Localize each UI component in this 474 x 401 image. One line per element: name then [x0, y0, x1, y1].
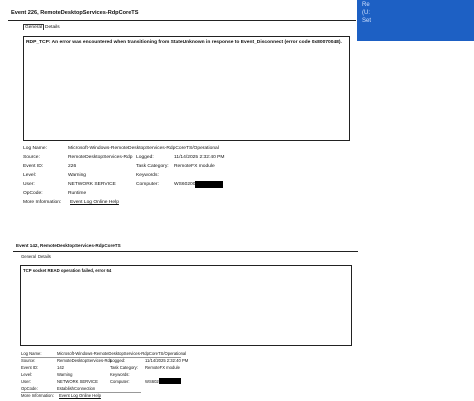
- task-category-value: RemoteFX module: [174, 164, 215, 169]
- level-value: Warning: [68, 173, 87, 178]
- side-line-3: Set: [362, 18, 372, 24]
- keywords-label: Keywords:: [110, 372, 130, 377]
- tab-general[interactable]: General: [23, 24, 45, 30]
- opcode-value: EstablishConnection: [57, 386, 96, 391]
- task-category-value: RemoteFX module: [145, 365, 180, 370]
- redaction-bar: [159, 378, 181, 384]
- event-142-panel: Event 142, RemoteDesktopServices-RdpCore…: [13, 238, 358, 400]
- event-id-value: 226: [68, 164, 77, 169]
- event-title: Event 142, RemoteDesktopServices-RdpCore…: [16, 243, 121, 248]
- logged-value: 11/14/2025 2:32:40 PM: [174, 155, 225, 160]
- event-226-panel: Event 226, RemoteDesktopServices-RdpCore…: [8, 0, 356, 212]
- event-message: TCP socket READ operation failed, error …: [23, 268, 112, 273]
- opcode-label: OpCode:: [21, 386, 38, 391]
- log-name-value: Microsoft-Windows-RemoteDesktopServices-…: [57, 351, 187, 356]
- more-info-label: More Information:: [23, 200, 62, 205]
- source-label: Source:: [23, 155, 40, 160]
- side-line-2: (U:: [362, 10, 370, 16]
- task-category-label: Task Category:: [110, 365, 138, 370]
- side-line-1: Re: [362, 2, 370, 8]
- opcode-value: Runtime: [68, 191, 87, 196]
- source-label: Source:: [21, 358, 36, 363]
- task-category-label: Task Category:: [136, 164, 169, 169]
- source-value: RemoteDesktopServices-Rdp: [57, 358, 113, 363]
- event-id-value: 142: [57, 365, 64, 370]
- logged-value: 11/14/2025 2:32:40 PM: [145, 358, 189, 363]
- title-divider: [8, 20, 356, 21]
- side-window-snippet: Re (U: Set: [357, 0, 474, 41]
- level-label: Level:: [23, 173, 37, 178]
- logged-label: Logged:: [136, 155, 154, 160]
- opcode-label: OpCode:: [23, 191, 43, 196]
- user-value: NETWORK SERVICE: [57, 379, 98, 384]
- computer-label: Computer:: [110, 379, 130, 384]
- message-box: TCP socket READ operation failed, error …: [20, 265, 352, 346]
- level-value: Warning: [57, 372, 73, 377]
- more-info-label: More Information:: [21, 393, 54, 398]
- source-value: RemoteDesktopServices-Rdp: [68, 155, 133, 160]
- message-box: RDP_TCP: An error was encountered when t…: [23, 36, 350, 141]
- tab-details[interactable]: Details: [37, 254, 52, 259]
- tab-general[interactable]: General: [20, 254, 37, 259]
- event-id-label: Event ID:: [23, 164, 44, 169]
- logged-label: Logged:: [110, 358, 126, 363]
- event-log-help-link[interactable]: Event Log Online Help: [59, 393, 101, 398]
- redaction-bar: [195, 181, 223, 188]
- event-id-label: Event ID:: [21, 365, 39, 370]
- log-name-label: Log Name:: [23, 146, 47, 151]
- event-title: Event 226, RemoteDesktopServices-RdpCore…: [11, 10, 139, 16]
- user-value: NETWORK SERVICE: [68, 182, 116, 187]
- user-label: User:: [21, 379, 32, 384]
- computer-label: Computer:: [136, 182, 159, 187]
- log-name-value: Microsoft-Windows-RemoteDesktopServices-…: [68, 146, 219, 151]
- event-log-help-link[interactable]: Event Log Online Help: [70, 200, 119, 205]
- title-divider: [13, 251, 358, 252]
- keywords-label: Keywords:: [136, 173, 159, 178]
- tab-details[interactable]: Details: [44, 25, 61, 30]
- log-name-label: Log Name:: [21, 351, 42, 356]
- event-message: RDP_TCP: An error was encountered when t…: [26, 40, 342, 45]
- field-divider: [21, 357, 181, 358]
- field-divider: [21, 392, 141, 393]
- level-label: Level:: [21, 372, 33, 377]
- computer-value: WS60200: [174, 182, 196, 187]
- user-label: User:: [23, 182, 35, 187]
